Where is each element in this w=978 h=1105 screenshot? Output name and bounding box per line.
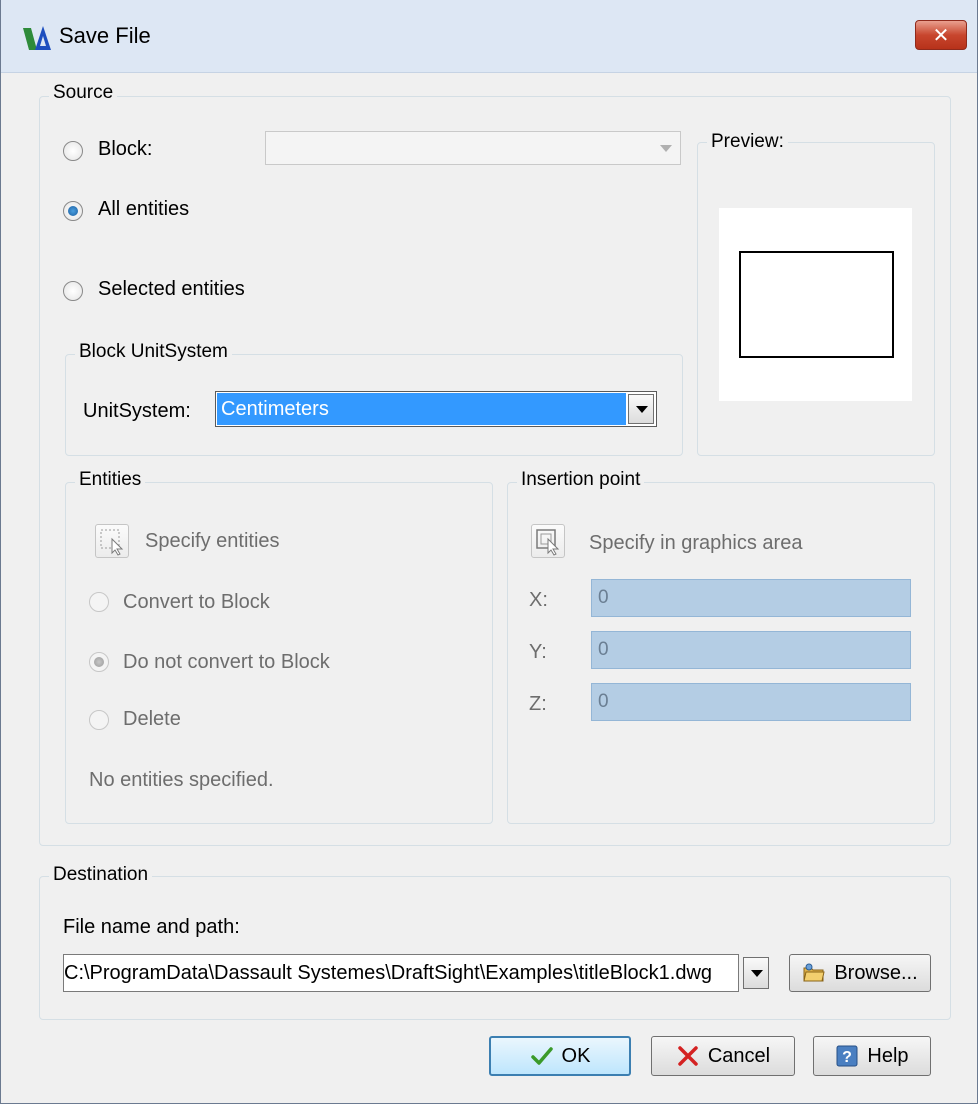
file-path-label: File name and path: bbox=[63, 916, 240, 938]
chevron-down-icon[interactable] bbox=[628, 394, 654, 424]
destination-group-label: Destination bbox=[49, 864, 153, 886]
cancel-button[interactable]: Cancel bbox=[651, 1036, 795, 1076]
specify-entities-button[interactable] bbox=[95, 524, 129, 558]
unitsystem-value: Centimeters bbox=[217, 393, 626, 425]
block-radio[interactable] bbox=[63, 141, 83, 161]
selected-entities-radio[interactable] bbox=[63, 281, 83, 301]
entities-status-text: No entities specified. bbox=[89, 769, 274, 791]
ok-label: OK bbox=[561, 1044, 591, 1067]
select-entities-icon bbox=[100, 529, 124, 556]
browse-button[interactable]: Browse... bbox=[789, 954, 931, 992]
convert-to-block-radio[interactable] bbox=[89, 592, 109, 612]
x-field[interactable]: 0 bbox=[591, 579, 911, 617]
help-button[interactable]: ? Help bbox=[813, 1036, 931, 1076]
close-icon: ✕ bbox=[932, 24, 950, 47]
svg-text:?: ? bbox=[843, 1049, 853, 1066]
specify-in-graphics-label[interactable]: Specify in graphics area bbox=[589, 532, 802, 555]
draftsight-app-icon bbox=[23, 26, 51, 50]
folder-browse-icon bbox=[803, 963, 825, 982]
browse-label: Browse... bbox=[834, 961, 918, 984]
pick-point-icon bbox=[536, 529, 560, 556]
help-label: Help bbox=[867, 1044, 909, 1067]
cancel-x-icon bbox=[678, 1046, 698, 1066]
convert-to-block-label[interactable]: Convert to Block bbox=[123, 591, 270, 614]
y-field[interactable]: 0 bbox=[591, 631, 911, 669]
save-file-dialog: Save File ✕ Source Block: All entities S… bbox=[0, 0, 978, 1104]
specify-point-button[interactable] bbox=[531, 524, 565, 558]
chevron-down-icon bbox=[660, 145, 672, 152]
title-bar[interactable]: Save File ✕ bbox=[1, 0, 977, 73]
block-unitsystem-label: Block UnitSystem bbox=[75, 341, 232, 363]
unitsystem-label: UnitSystem: bbox=[83, 400, 191, 422]
file-path-value: C:\ProgramData\Dassault Systemes\DraftSi… bbox=[64, 962, 713, 984]
delete-radio[interactable] bbox=[89, 710, 109, 730]
file-path-input[interactable]: C:\ProgramData\Dassault Systemes\DraftSi… bbox=[63, 954, 739, 992]
file-path-dropdown-button[interactable] bbox=[743, 957, 769, 989]
help-icon: ? bbox=[836, 1045, 858, 1067]
delete-label[interactable]: Delete bbox=[123, 708, 181, 731]
preview-rectangle bbox=[739, 251, 894, 358]
block-select[interactable] bbox=[265, 131, 681, 165]
y-label: Y: bbox=[529, 641, 547, 663]
block-radio-label[interactable]: Block: bbox=[98, 138, 152, 161]
source-group-label: Source bbox=[49, 82, 118, 104]
check-icon bbox=[530, 1047, 553, 1065]
insertion-point-label: Insertion point bbox=[517, 469, 645, 491]
all-entities-label[interactable]: All entities bbox=[98, 198, 189, 221]
window-title: Save File bbox=[59, 23, 151, 48]
specify-entities-label[interactable]: Specify entities bbox=[145, 530, 280, 553]
preview-label: Preview: bbox=[707, 131, 788, 153]
all-entities-radio[interactable] bbox=[63, 201, 83, 221]
z-label: Z: bbox=[529, 693, 547, 715]
unitsystem-select[interactable]: Centimeters bbox=[215, 391, 657, 427]
x-label: X: bbox=[529, 589, 548, 611]
ok-button[interactable]: OK bbox=[489, 1036, 631, 1076]
cancel-label: Cancel bbox=[707, 1044, 771, 1067]
destination-group bbox=[39, 876, 951, 1020]
do-not-convert-radio[interactable] bbox=[89, 652, 109, 672]
z-field[interactable]: 0 bbox=[591, 683, 911, 721]
entities-group-label: Entities bbox=[75, 469, 146, 491]
selected-entities-label[interactable]: Selected entities bbox=[98, 278, 245, 301]
close-button[interactable]: ✕ bbox=[915, 20, 967, 50]
do-not-convert-label[interactable]: Do not convert to Block bbox=[123, 651, 330, 674]
preview-canvas bbox=[719, 208, 912, 401]
